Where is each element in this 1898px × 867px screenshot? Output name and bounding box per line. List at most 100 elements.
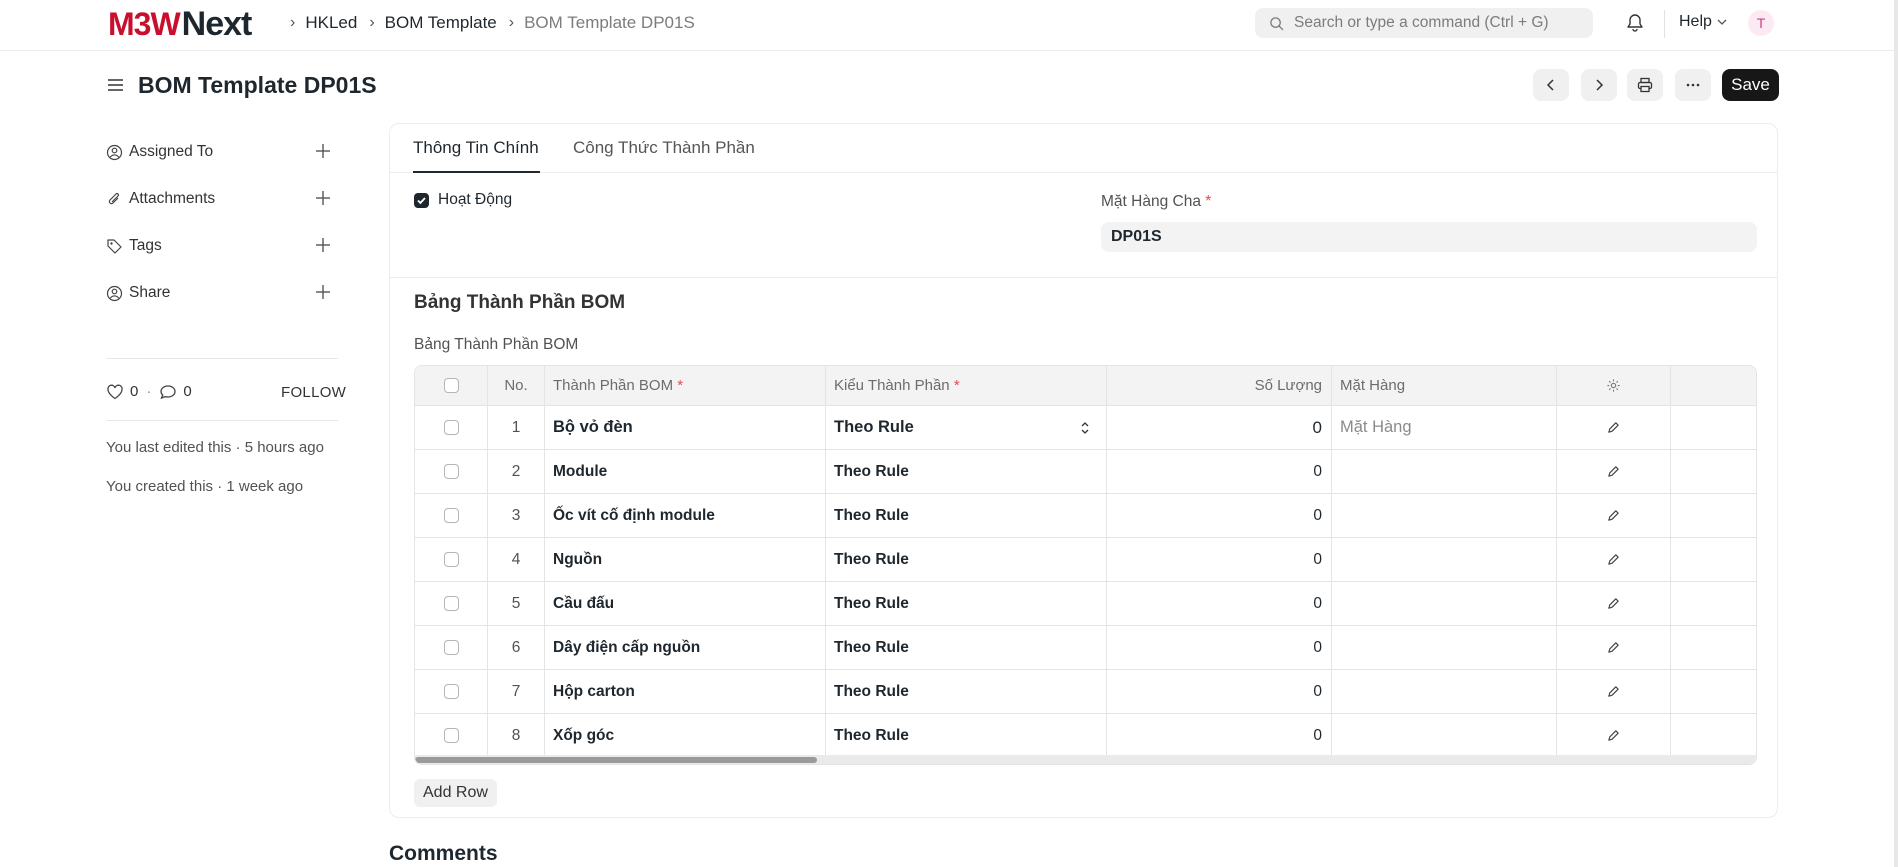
kind-select[interactable]: Theo Rule (826, 406, 1107, 449)
page-scrollbar[interactable] (1894, 0, 1898, 867)
component-cell[interactable]: Hộp carton (545, 670, 826, 713)
item-cell[interactable] (1332, 450, 1557, 493)
plus-icon[interactable] (314, 236, 332, 254)
row-select-cell (415, 714, 488, 757)
created-info: You created this · 1 week ago (106, 478, 304, 495)
sidebar-item-share[interactable]: Share (106, 281, 338, 305)
kind-cell[interactable]: Theo Rule (826, 494, 1107, 537)
active-checkbox[interactable] (414, 192, 429, 208)
plus-icon[interactable] (314, 142, 332, 160)
parent-item-input[interactable]: DP01S (1101, 222, 1757, 252)
comment-icon[interactable] (159, 384, 177, 400)
qty-cell[interactable]: 0 (1107, 626, 1332, 669)
scrollbar-thumb[interactable] (415, 757, 817, 763)
gear-icon[interactable] (1606, 378, 1621, 393)
plus-icon[interactable] (314, 189, 332, 207)
component-cell[interactable]: Nguồn (545, 538, 826, 581)
pencil-icon[interactable] (1607, 729, 1620, 742)
kind-cell[interactable]: Theo Rule (826, 626, 1107, 669)
plus-icon[interactable] (314, 283, 332, 301)
row-checkbox[interactable] (443, 508, 459, 523)
sidebar-item-tags[interactable]: Tags (106, 234, 338, 258)
qty-cell[interactable]: 0 (1107, 538, 1332, 581)
search-input[interactable]: Search or type a command (Ctrl + G) (1255, 8, 1593, 38)
breadcrumb-item[interactable]: BOM Template (385, 13, 497, 33)
row-checkbox[interactable] (443, 464, 459, 479)
table-row[interactable]: 6 Dây điện cấp nguồn Theo Rule 0 (415, 626, 1756, 670)
pencil-icon[interactable] (1607, 465, 1620, 478)
col-header-no: No. (488, 366, 545, 405)
item-cell[interactable] (1332, 582, 1557, 625)
tab-thong-tin-chinh[interactable]: Thông Tin Chính (413, 138, 539, 158)
item-cell[interactable] (1332, 670, 1557, 713)
help-dropdown[interactable]: Help (1679, 13, 1728, 31)
table-row[interactable]: 4 Nguồn Theo Rule 0 (415, 538, 1756, 582)
qty-cell[interactable]: 0 (1107, 406, 1332, 449)
heart-icon[interactable] (106, 384, 124, 400)
edit-row-cell (1557, 450, 1671, 493)
table-row[interactable]: 8 Xốp góc Theo Rule 0 (415, 714, 1756, 757)
next-record-button[interactable] (1581, 69, 1617, 101)
kind-cell[interactable]: Theo Rule (826, 450, 1107, 493)
kind-cell[interactable]: Theo Rule (826, 538, 1107, 581)
item-input[interactable]: Mặt Hàng (1332, 406, 1557, 449)
row-select-cell (415, 582, 488, 625)
active-checkbox-field[interactable]: Hoạt Động (414, 191, 512, 209)
add-row-button[interactable]: Add Row (414, 779, 497, 807)
breadcrumb-item[interactable]: HKLed (305, 13, 357, 33)
pencil-icon[interactable] (1607, 597, 1620, 610)
breadcrumb-item[interactable]: BOM Template DP01S (524, 13, 695, 33)
component-cell[interactable]: Dây điện cấp nguồn (545, 626, 826, 669)
qty-cell[interactable]: 0 (1107, 582, 1332, 625)
qty-cell[interactable]: 0 (1107, 714, 1332, 757)
chevron-down-icon (1717, 19, 1727, 25)
component-cell[interactable]: Cầu đấu (545, 582, 826, 625)
prev-record-button[interactable] (1533, 69, 1569, 101)
pencil-icon[interactable] (1607, 553, 1620, 566)
item-cell[interactable] (1332, 538, 1557, 581)
kind-cell[interactable]: Theo Rule (826, 714, 1107, 757)
row-checkbox[interactable] (443, 552, 459, 567)
component-cell[interactable]: Module (545, 450, 826, 493)
tab-cong-thuc-thanh-phan[interactable]: Công Thức Thành Phần (573, 138, 755, 158)
sidebar-item-assigned-to[interactable]: Assigned To (106, 140, 338, 164)
qty-cell[interactable]: 0 (1107, 450, 1332, 493)
comments-heading: Comments (389, 842, 498, 865)
pencil-icon[interactable] (1607, 641, 1620, 654)
pencil-icon[interactable] (1607, 421, 1620, 434)
table-row[interactable]: 1 Bộ vỏ đèn Theo Rule 0 Mặt Hàng (415, 406, 1756, 450)
bell-icon[interactable] (1626, 13, 1644, 37)
item-cell[interactable] (1332, 626, 1557, 669)
sidebar-toggle-icon[interactable] (106, 75, 126, 99)
component-cell[interactable]: Xốp góc (545, 714, 826, 757)
print-button[interactable] (1627, 69, 1663, 101)
follow-button[interactable]: FOLLOW (281, 384, 346, 401)
item-cell[interactable] (1332, 494, 1557, 537)
row-checkbox[interactable] (443, 728, 459, 743)
select-all-checkbox[interactable] (443, 378, 459, 393)
kind-cell[interactable]: Theo Rule (826, 582, 1107, 625)
table-horizontal-scrollbar[interactable] (415, 755, 1756, 764)
row-checkbox[interactable] (443, 420, 459, 435)
table-row[interactable]: 7 Hộp carton Theo Rule 0 (415, 670, 1756, 714)
row-checkbox[interactable] (443, 640, 459, 655)
avatar[interactable]: T (1748, 10, 1774, 36)
component-cell[interactable]: Bộ vỏ đèn (545, 406, 826, 449)
row-checkbox[interactable] (443, 596, 459, 611)
component-cell[interactable]: Ốc vít cố định module (545, 494, 826, 537)
row-checkbox[interactable] (443, 684, 459, 699)
item-cell[interactable] (1332, 714, 1557, 757)
kind-cell[interactable]: Theo Rule (826, 670, 1107, 713)
app-logo[interactable]: M3W Next (108, 5, 252, 43)
more-actions-button[interactable] (1675, 69, 1711, 101)
table-row[interactable]: 5 Cầu đấu Theo Rule 0 (415, 582, 1756, 626)
pencil-icon[interactable] (1607, 685, 1620, 698)
sidebar-item-attachments[interactable]: Attachments (106, 187, 338, 211)
save-button[interactable]: Save (1722, 69, 1779, 101)
pencil-icon[interactable] (1607, 509, 1620, 522)
qty-cell[interactable]: 0 (1107, 494, 1332, 537)
bom-components-table: No. Thành Phần BOM * Kiểu Thành Phần * S… (414, 365, 1757, 765)
table-row[interactable]: 3 Ốc vít cố định module Theo Rule 0 (415, 494, 1756, 538)
qty-cell[interactable]: 0 (1107, 670, 1332, 713)
table-row[interactable]: 2 Module Theo Rule 0 (415, 450, 1756, 494)
